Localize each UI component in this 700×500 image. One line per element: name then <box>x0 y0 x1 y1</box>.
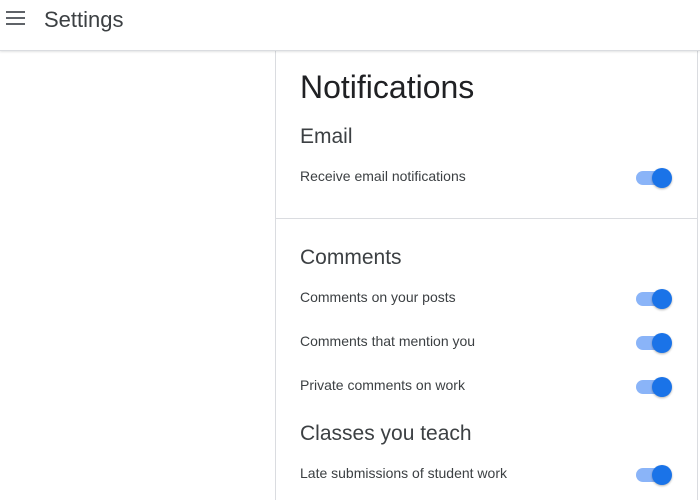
section-divider <box>276 218 697 219</box>
email-notifications-toggle[interactable] <box>636 166 674 188</box>
toggle-thumb <box>652 377 672 397</box>
app-title: Settings <box>44 7 124 32</box>
page-title: Notifications <box>300 69 475 105</box>
comments-on-posts-toggle[interactable] <box>636 287 674 309</box>
toggle-thumb <box>652 465 672 485</box>
section-heading-email: Email <box>300 125 353 148</box>
private-comments-toggle[interactable] <box>636 375 674 397</box>
hamburger-menu-icon[interactable] <box>3 5 29 31</box>
setting-row-late-submissions: Late submissions of student work <box>276 458 697 488</box>
top-app-bar: Settings <box>0 0 700 51</box>
left-blank-pane <box>0 51 275 500</box>
toggle-thumb <box>652 168 672 188</box>
setting-label: Late submissions of student work <box>300 465 507 481</box>
setting-label: Comments that mention you <box>300 333 476 349</box>
setting-label: Private comments on work <box>300 377 465 393</box>
setting-row-email-notifications: Receive email notifications <box>276 161 697 191</box>
section-heading-classes-you-teach: Classes you teach <box>300 422 472 445</box>
setting-label: Comments on your posts <box>300 289 456 305</box>
setting-row-private-comments: Private comments on work <box>276 370 697 400</box>
late-submissions-toggle[interactable] <box>636 463 674 485</box>
section-heading-comments: Comments <box>300 246 402 269</box>
setting-row-comments-on-posts: Comments on your posts <box>276 282 697 312</box>
toggle-thumb <box>652 333 672 353</box>
setting-row-comments-mention: Comments that mention you <box>276 326 697 356</box>
toggle-thumb <box>652 289 672 309</box>
comments-mention-toggle[interactable] <box>636 331 674 353</box>
settings-panel: Notifications Email Receive email notifi… <box>275 51 698 500</box>
setting-label: Receive email notifications <box>300 168 466 184</box>
